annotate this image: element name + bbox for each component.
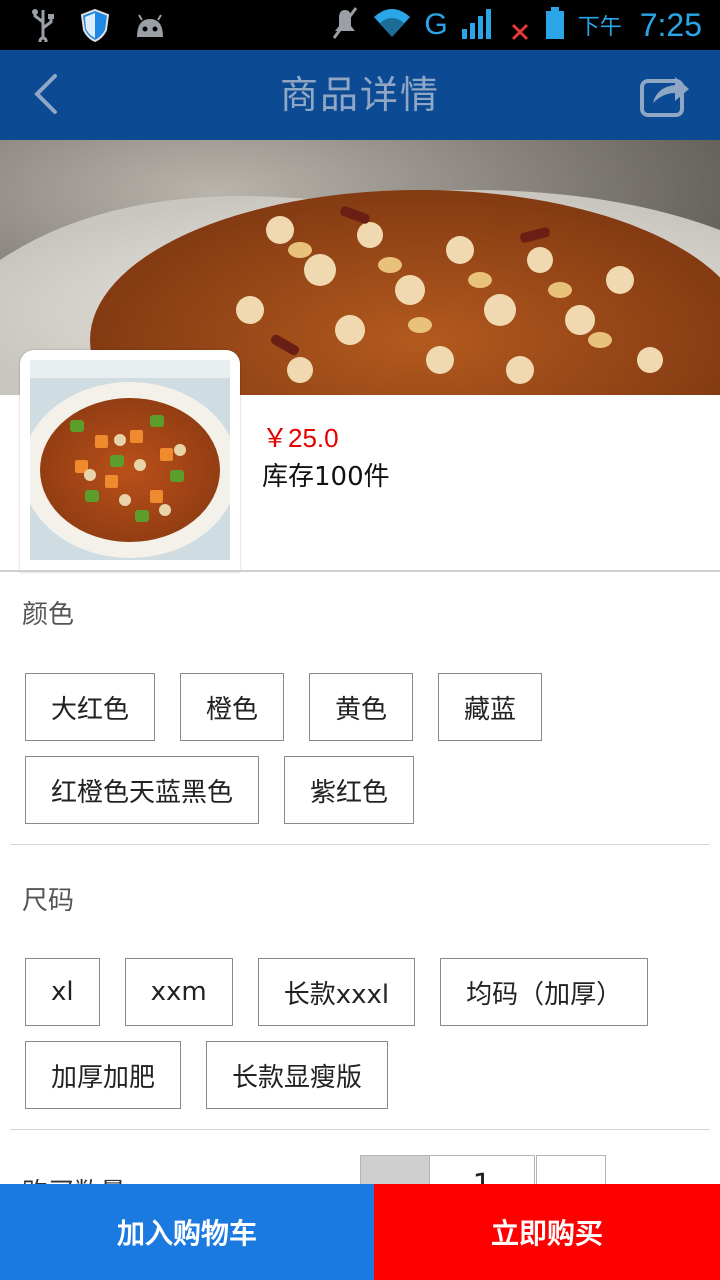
buy-now-button[interactable]: 立即购买 xyxy=(374,1184,720,1280)
size-section-label: 尺码 xyxy=(22,886,75,916)
divider xyxy=(0,570,720,572)
product-stock: 库存100件 xyxy=(262,462,390,492)
color-option-chip[interactable]: 大红色 xyxy=(25,673,156,741)
shield-icon xyxy=(80,8,110,46)
status-ampm: 下午 xyxy=(577,15,622,40)
battery-icon xyxy=(544,6,566,44)
status-bar: G 下午 7:25 xyxy=(0,0,720,50)
size-option-chip[interactable]: xxm xyxy=(124,958,233,1026)
status-time: 7:25 xyxy=(639,6,702,43)
share-button[interactable] xyxy=(636,68,696,124)
size-option-chip[interactable]: 长款显瘦版 xyxy=(206,1041,389,1109)
size-options: xl xxm 长款xxxl 均码（加厚） 加厚加肥 长款显瘦版 xyxy=(25,958,705,1109)
size-option-chip[interactable]: 均码（加厚） xyxy=(440,958,649,1026)
color-option-chip[interactable]: 黄色 xyxy=(309,673,414,741)
divider xyxy=(10,844,710,845)
usb-icon xyxy=(30,8,56,46)
network-type: G xyxy=(424,8,448,41)
size-option-chip[interactable]: 加厚加肥 xyxy=(25,1041,182,1109)
color-option-chip[interactable]: 紫红色 xyxy=(284,756,415,824)
signal-icon xyxy=(460,5,496,45)
share-icon xyxy=(639,69,693,123)
color-section-label: 颜色 xyxy=(22,600,75,630)
wifi-icon xyxy=(372,7,412,43)
mute-icon xyxy=(330,6,360,44)
add-to-cart-button[interactable]: 加入购物车 xyxy=(0,1184,374,1280)
android-icon xyxy=(134,11,166,43)
title-bar: 商品详情 xyxy=(0,50,720,140)
size-option-chip[interactable]: 长款xxxl xyxy=(257,958,416,1026)
page-title: 商品详情 xyxy=(279,73,440,117)
product-price: ￥25.0 xyxy=(262,423,339,453)
sim2-no-signal-icon xyxy=(508,5,532,45)
product-thumbnail-card[interactable] xyxy=(20,350,240,572)
bottom-action-bar: 加入购物车 立即购买 xyxy=(0,1184,720,1280)
color-option-chip[interactable]: 橙色 xyxy=(180,673,285,741)
divider xyxy=(10,1129,710,1130)
back-button[interactable] xyxy=(18,68,74,124)
product-thumbnail-image xyxy=(30,360,230,560)
color-option-chip[interactable]: 红橙色天蓝黑色 xyxy=(25,756,260,824)
chevron-left-icon xyxy=(31,72,61,120)
color-option-chip[interactable]: 藏蓝 xyxy=(438,673,543,741)
color-options: 大红色 橙色 黄色 藏蓝 红橙色天蓝黑色 紫红色 xyxy=(25,673,705,824)
size-option-chip[interactable]: xl xyxy=(25,958,100,1026)
